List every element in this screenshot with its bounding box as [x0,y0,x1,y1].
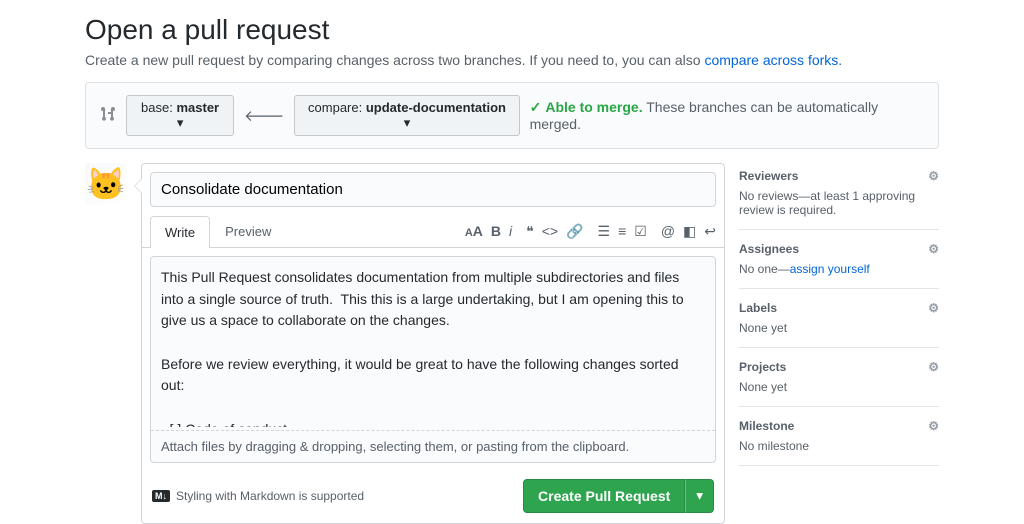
bookmark-icon[interactable]: ◧ [683,223,696,240]
milestone-title: Milestone [739,419,794,433]
heading-icon[interactable]: AA [465,223,483,239]
gear-icon[interactable]: ⚙ [928,169,939,183]
tasklist-icon[interactable]: ☑ [634,223,647,240]
base-value: master [176,100,219,115]
labels-title: Labels [739,301,777,315]
pr-body-textarea[interactable] [151,257,715,427]
milestone-text: No milestone [739,439,939,453]
reviewers-title: Reviewers [739,169,798,183]
chevron-down-icon: ▾ [177,115,184,130]
compare-branch-button[interactable]: compare: update-documentation ▾ [294,95,519,136]
avatar: 🐱 [85,163,127,524]
page-title: Open a pull request [85,14,939,46]
gear-icon[interactable]: ⚙ [928,360,939,374]
markdown-toolbar: AA B i ❝ <> 🔗 ☰ ≡ ☑ @ [465,223,716,240]
footer-row: M↓ Styling with Markdown is supported Cr… [142,471,724,523]
tabs-row: Write Preview AA B i ❝ <> 🔗 ☰ ≡ [142,215,724,248]
gear-icon[interactable]: ⚙ [928,242,939,256]
compare-label: compare: [308,100,366,115]
subtitle-after: . [838,52,842,68]
assignees-title: Assignees [739,242,799,256]
ul-icon[interactable]: ☰ [598,223,611,240]
reviewers-text: No reviews—at least 1 approving review i… [739,189,939,217]
labels-text: None yet [739,321,939,335]
code-icon[interactable]: <> [542,223,558,239]
check-icon: ✓ [530,99,542,115]
reply-icon[interactable]: ↩ [704,223,716,240]
italic-icon[interactable]: i [509,223,512,239]
tab-preview[interactable]: Preview [210,215,286,247]
gear-icon[interactable]: ⚙ [928,419,939,433]
pr-title-input[interactable] [150,172,716,207]
markdown-badge-icon: M↓ [152,490,170,502]
avatar-icon: 🐱 [85,163,127,205]
merge-status: ✓Able to merge. These branches can be au… [530,99,924,132]
create-pr-button[interactable]: Create Pull Request [523,479,685,513]
mention-icon[interactable]: @ [661,223,675,239]
milestone-section: Milestone ⚙ No milestone [739,407,939,466]
assignees-text: No one—assign yourself [739,262,939,276]
compare-forks-link[interactable]: compare across forks [704,52,838,68]
base-branch-button[interactable]: base: master ▾ [126,95,234,136]
comment-box: Write Preview AA B i ❝ <> 🔗 ☰ ≡ [141,163,725,524]
attach-hint[interactable]: Attach files by dragging & dropping, sel… [151,430,715,462]
merge-ok-text: Able to merge. [545,99,642,115]
assign-yourself-link[interactable]: assign yourself [790,262,870,276]
reviewers-section: Reviewers ⚙ No reviews—at least 1 approvi… [739,163,939,230]
create-pr-dropdown[interactable]: ▾ [685,479,714,513]
labels-section: Labels ⚙ None yet [739,289,939,348]
assignees-section: Assignees ⚙ No one—assign yourself [739,230,939,289]
compare-icon [100,106,116,126]
tab-write[interactable]: Write [150,216,210,248]
sidebar: Reviewers ⚙ No reviews—at least 1 approvi… [739,163,939,524]
chevron-down-icon: ▾ [404,115,411,130]
gear-icon[interactable]: ⚙ [928,301,939,315]
branch-compare-box: base: master ▾ 🡐 compare: update-documen… [85,82,939,149]
base-label: base: [141,100,176,115]
markdown-hint[interactable]: M↓ Styling with Markdown is supported [152,489,364,503]
arrow-left-icon: 🡐 [244,106,284,125]
ol-icon[interactable]: ≡ [618,223,626,239]
quote-icon[interactable]: ❝ [526,223,534,240]
link-icon[interactable]: 🔗 [566,223,583,240]
bold-icon[interactable]: B [491,223,501,239]
compare-value: update-documentation [366,100,506,115]
projects-section: Projects ⚙ None yet [739,348,939,407]
markdown-hint-text: Styling with Markdown is supported [176,489,364,503]
subtitle-text: Create a new pull request by comparing c… [85,52,704,68]
projects-title: Projects [739,360,786,374]
body-area: Attach files by dragging & dropping, sel… [150,256,716,463]
page-subtitle: Create a new pull request by comparing c… [85,52,939,68]
projects-text: None yet [739,380,939,394]
